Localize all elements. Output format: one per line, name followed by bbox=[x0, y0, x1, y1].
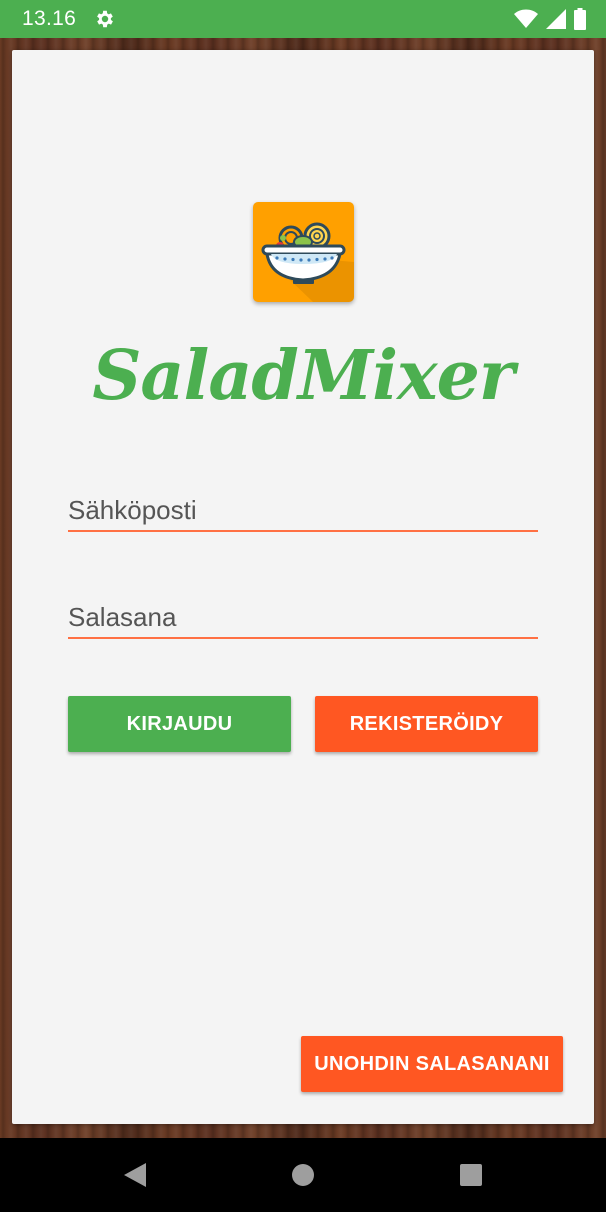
settings-gear-icon bbox=[97, 10, 113, 28]
signal-icon bbox=[546, 9, 566, 29]
back-triangle-icon[interactable] bbox=[122, 1162, 148, 1188]
login-button[interactable]: KIRJAUDU bbox=[68, 696, 291, 752]
register-button[interactable]: REKISTERÖIDY bbox=[315, 696, 538, 752]
app-title: SaladMixer bbox=[92, 336, 514, 416]
password-input[interactable] bbox=[68, 602, 538, 633]
navigation-bar bbox=[0, 1138, 606, 1212]
status-time: 13.16 bbox=[22, 7, 77, 30]
forgot-password-button[interactable]: UNOHDIN SALASANANI bbox=[301, 1036, 563, 1092]
salad-bowl-icon bbox=[261, 222, 354, 302]
wifi-icon bbox=[514, 9, 538, 28]
app-logo bbox=[253, 202, 354, 302]
home-circle-icon[interactable] bbox=[290, 1162, 316, 1188]
password-field-container bbox=[68, 593, 538, 639]
recents-square-icon[interactable] bbox=[458, 1162, 484, 1188]
email-input[interactable] bbox=[68, 495, 538, 526]
email-field-container bbox=[68, 486, 538, 532]
battery-icon bbox=[574, 8, 586, 30]
status-bar: 13.16 bbox=[0, 0, 606, 38]
login-card: SaladMixer KIRJAUDU REKISTERÖIDY UNOHDIN… bbox=[12, 50, 594, 1124]
